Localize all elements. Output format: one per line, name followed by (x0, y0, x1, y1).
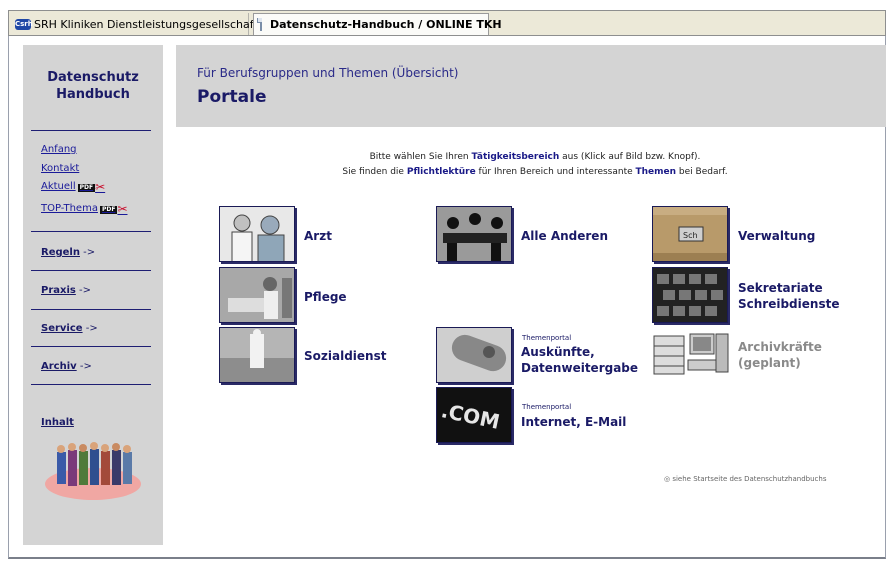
divider (31, 231, 151, 232)
portal-verwaltung-link[interactable]: Verwaltung (738, 228, 815, 244)
page-header: Für Berufsgruppen und Themen (Übersicht)… (176, 45, 886, 127)
scissors-icon: ✂ (95, 179, 106, 194)
divider (31, 346, 151, 347)
sidebar-link-aktuell[interactable]: Aktuell PDF ✂ (41, 179, 106, 194)
portal-alle-anderen-link[interactable]: Alle Anderen (521, 228, 608, 244)
portal-internet-link[interactable]: Internet, E-Mail (521, 414, 626, 430)
sidebar: Datenschutz Handbuch Anfang Kontakt Aktu… (23, 45, 163, 545)
alle-anderen-image[interactable] (436, 206, 512, 262)
sidebar-link-anfang[interactable]: Anfang (41, 144, 77, 155)
svg-text:Sch: Sch (683, 231, 698, 240)
scissors-icon: ✂ (117, 201, 128, 216)
sidebar-nav-praxis[interactable]: Praxis -> (41, 285, 91, 296)
sekretariate-image[interactable] (652, 267, 728, 323)
page-subtitle: Für Berufsgruppen und Themen (Übersicht) (197, 66, 459, 80)
srh-favicon-icon: Сsrh (15, 18, 33, 30)
portal-arzt-link[interactable]: Arzt (304, 228, 332, 244)
portal-auskuenfte-link[interactable]: Auskünfte, Datenweitergabe (521, 344, 638, 376)
sidebar-nav-inhalt[interactable]: Inhalt (41, 417, 74, 428)
sidebar-nav-archiv[interactable]: Archiv -> (41, 361, 92, 372)
divider (31, 130, 151, 131)
archive-computer-icon (653, 333, 729, 375)
themenportal-label: Themenportal (522, 403, 572, 411)
themenportal-label: Themenportal (522, 334, 572, 342)
auskuenfte-image[interactable] (436, 327, 512, 383)
portal-sekretariate-link[interactable]: Sekretariate Schreibdienste (738, 280, 839, 312)
instruction-line-2: Sie finden die Pflichtlektüre für Ihren … (342, 167, 728, 177)
tab-label: SRH Kliniken Dienstleistungsgesellschaft… (34, 17, 265, 31)
portal-pflege-link[interactable]: Pflege (304, 289, 347, 305)
pdf-icon: PDF (77, 183, 96, 192)
verwaltung-image[interactable]: Sch (652, 206, 728, 262)
instruction-line-1: Bitte wählen Sie Ihren Tätigkeitsbereich… (369, 152, 701, 162)
arzt-image[interactable] (219, 206, 295, 262)
sidebar-nav-service[interactable]: Service -> (41, 323, 98, 334)
tab-datenschutz-handbuch[interactable]: Datenschutz-Handbuch / ONLINE TKH (253, 13, 502, 35)
divider (31, 384, 151, 385)
sidebar-link-kontakt[interactable]: Kontakt (41, 163, 79, 174)
tab-srh-kliniken[interactable]: Сsrh SRH Kliniken Dienstleistungsgesells… (11, 13, 265, 35)
people-group-icon[interactable] (41, 442, 146, 502)
sidebar-nav-regeln[interactable]: Regeln -> (41, 247, 95, 258)
sozialdienst-image[interactable] (219, 327, 295, 383)
page-title: Portale (197, 87, 267, 107)
sidebar-title: Datenschutz Handbuch (47, 70, 139, 102)
divider (31, 309, 151, 310)
pflege-image[interactable] (219, 267, 295, 323)
document-icon (257, 18, 262, 31)
portal-sozialdienst-link[interactable]: Sozialdienst (304, 348, 386, 364)
tab-label: Datenschutz-Handbuch / ONLINE TKH (270, 18, 502, 31)
sidebar-link-top-thema[interactable]: TOP-Thema PDF ✂ (41, 201, 128, 216)
footer-note: ◎ siehe Startseite des Datenschutzhandbu… (664, 475, 827, 483)
portal-archivkraefte-label: Archivkräfte (geplant) (738, 340, 822, 370)
divider (31, 270, 151, 271)
internet-image[interactable]: .COM (436, 387, 512, 443)
browser-tab-bar: Сsrh SRH Kliniken Dienstleistungsgesells… (8, 10, 886, 36)
pdf-icon: PDF (99, 205, 118, 214)
